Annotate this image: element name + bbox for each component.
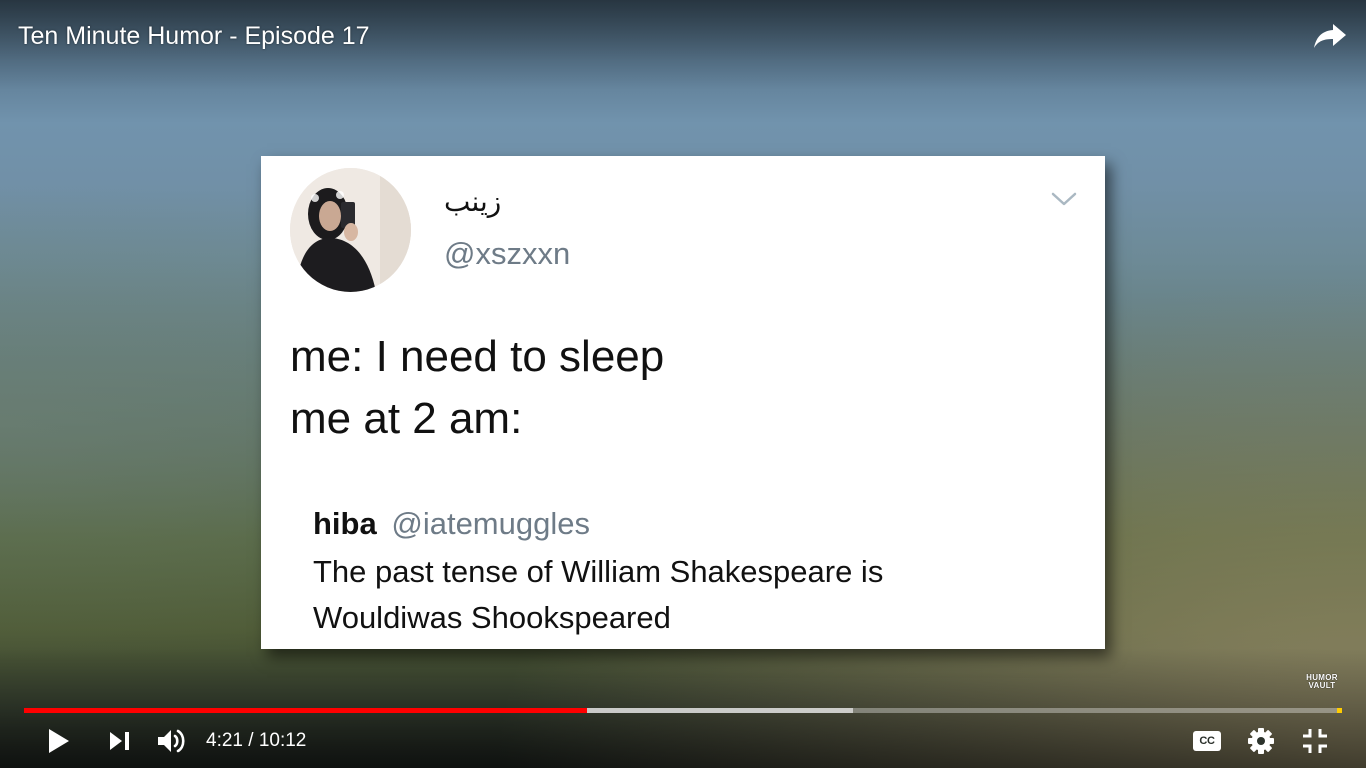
volume-button[interactable] [152,722,192,760]
channel-watermark[interactable]: HUMOR VAULT [1300,674,1344,690]
quoted-tweet: hiba @iatemuggles The past tense of Will… [313,502,1073,641]
quoted-text: The past tense of William Shakespeare is… [313,549,1073,641]
video-title[interactable]: Ten Minute Humor - Episode 17 [18,20,370,52]
next-button[interactable] [102,724,138,758]
gear-icon [1248,728,1274,754]
settings-button[interactable] [1242,722,1280,760]
video-player[interactable]: Ten Minute Humor - Episode 17 زينب @xszx… [0,0,1366,768]
chevron-down-icon [1051,188,1077,210]
watermark-line: VAULT [1308,681,1336,690]
captions-button[interactable]: CC [1188,724,1226,758]
closed-captions-icon: CC [1193,731,1221,751]
tweet-card: زينب @xszxxn me: I need to sleep me at 2… [261,156,1105,649]
tweet-line: me at 2 am: [290,394,523,443]
cc-label: CC [1199,735,1215,747]
time-display: 4:21 / 10:12 [206,729,306,753]
volume-icon [158,729,185,753]
quoted-line: The past tense of William Shakespeare is [313,554,884,589]
play-button[interactable] [40,724,78,758]
exit-fullscreen-icon [1303,729,1327,753]
time-separator: / [242,730,259,751]
avatar [290,168,411,292]
tweet-handle: @xszxxn [444,236,571,271]
exit-fullscreen-button[interactable] [1296,722,1334,760]
quoted-header: hiba @iatemuggles [313,502,1073,546]
duration: 10:12 [258,730,307,751]
play-icon [49,729,69,753]
current-time: 4:21 [206,730,243,751]
progress-marker [1337,708,1342,713]
tweet-line: me: I need to sleep [290,332,665,381]
tweet-display-name: زينب [444,185,502,218]
quoted-handle: @iatemuggles [391,506,590,541]
progress-played [24,708,587,713]
share-button[interactable] [1310,18,1350,54]
tweet-text: me: I need to sleep me at 2 am: [290,326,1070,450]
quoted-name: hiba [313,506,377,541]
share-arrow-icon [1314,24,1346,48]
skip-next-icon [110,732,129,750]
progress-bar[interactable] [24,708,1342,713]
quoted-line: Wouldiwas Shookspeared [313,600,671,635]
